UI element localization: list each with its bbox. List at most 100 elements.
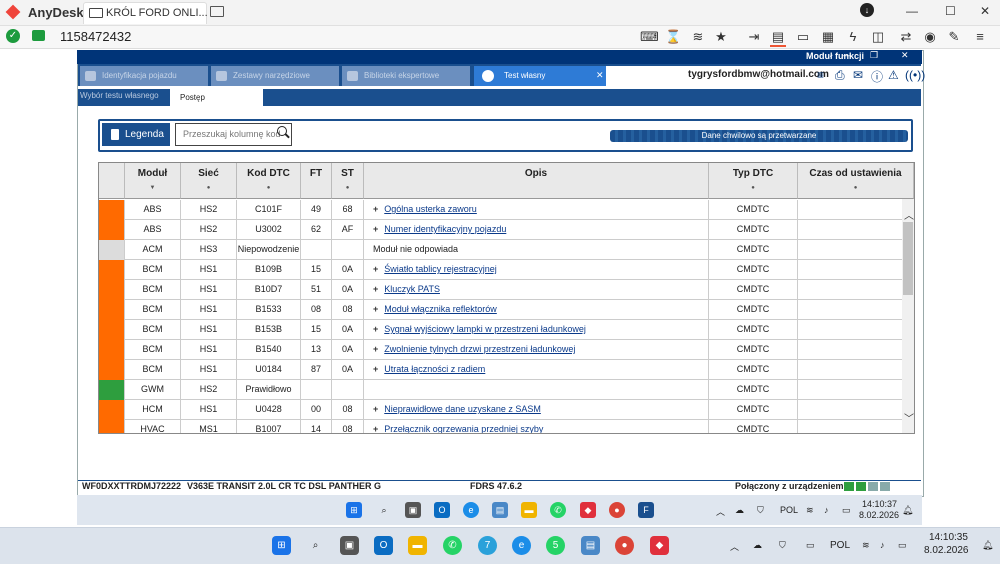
description-text[interactable]: Zwolnienie tylnych drzwi przestrzeni ład… <box>384 344 575 354</box>
more-icon[interactable]: ≡ <box>972 29 988 44</box>
remote-desktop-icon[interactable]: ▤ <box>581 536 600 555</box>
battery-icon[interactable]: ▭ <box>898 540 907 551</box>
keyboard-icon[interactable]: ⌨ <box>640 29 659 45</box>
monitor-icon[interactable]: ▭ <box>795 29 811 45</box>
task-view-icon[interactable]: ▣ <box>340 536 359 555</box>
cell-desc[interactable]: + Światło tablicy rejestracyjnej <box>364 260 709 280</box>
fdrs-restore-button[interactable]: ❐ <box>870 50 878 61</box>
chat-icon[interactable]: ▤ <box>770 29 786 47</box>
minimize-button[interactable]: — <box>906 4 918 18</box>
cell-desc[interactable]: + Ogólna usterka zaworu <box>364 200 709 220</box>
notification-icon[interactable]: ⚠ <box>888 68 899 82</box>
description-text[interactable]: Moduł włącznika reflektorów <box>384 304 497 314</box>
record-icon[interactable]: ◉ <box>922 29 938 45</box>
tray-chevron-icon[interactable]: ︿ <box>716 505 725 518</box>
table-row[interactable]: BCM HS1 B10D7 51 0A + Kluczyk PATS CMDTC <box>99 280 903 300</box>
table-row[interactable]: ABS HS2 U3002 62 AF + Numer identyfikacyjny po… <box>99 220 903 240</box>
volume-icon[interactable]: ♪ <box>824 505 829 515</box>
fdrs-icon[interactable]: F <box>638 502 654 518</box>
printer-icon[interactable]: ⎙ <box>835 68 845 83</box>
remote-clock-date[interactable]: 8.02.2026 <box>859 510 899 520</box>
bell-icon[interactable]: 🔔︎ <box>982 540 993 551</box>
header-description[interactable]: Opis <box>364 163 709 199</box>
header-network[interactable]: Sieć ● <box>181 163 237 199</box>
start-icon[interactable]: ⊞ <box>346 502 362 518</box>
lightning-icon[interactable]: ϟ <box>845 29 861 44</box>
folder-icon[interactable]: ▬ <box>521 502 537 518</box>
file-transfer-icon[interactable]: ⇥ <box>746 29 762 45</box>
description-text[interactable]: Ogólna usterka zaworu <box>384 204 477 214</box>
tab-vehicle-id[interactable]: Identyfikacja pojazdu <box>80 66 208 86</box>
header-dtc-type[interactable]: Typ DTC ● <box>709 163 798 199</box>
cloud-icon[interactable]: ☁ <box>753 540 762 551</box>
connection-icon[interactable]: ((•)) <box>905 68 925 82</box>
privacy-icon[interactable]: ◫ <box>870 29 886 45</box>
anydesk-icon[interactable]: ◆ <box>650 536 669 555</box>
header-ft[interactable]: FT <box>301 163 332 199</box>
scroll-up-icon[interactable]: ︿ <box>904 207 914 222</box>
header-module[interactable]: Moduł ▼ <box>125 163 181 199</box>
scroll-down-icon[interactable]: ﹀ <box>904 410 914 425</box>
battery-icon[interactable]: ▭ <box>842 505 851 516</box>
expand-icon[interactable]: + <box>373 364 378 374</box>
expand-icon[interactable]: + <box>373 304 378 314</box>
description-text[interactable]: Światło tablicy rejestracyjnej <box>384 264 497 274</box>
expand-icon[interactable]: + <box>373 324 378 334</box>
fdrs-close-button[interactable]: ✕ <box>901 50 909 61</box>
local-lang[interactable]: POL <box>830 540 850 551</box>
search-icon[interactable] <box>277 126 287 136</box>
cell-desc[interactable]: + Kluczyk PATS <box>364 280 709 300</box>
expand-icon[interactable]: + <box>373 204 378 214</box>
help-icon[interactable]: ⓘ <box>871 68 883 85</box>
local-clock-date[interactable]: 8.02.2026 <box>924 545 969 556</box>
cell-desc[interactable]: + Sygnał wyjściowy lampki w przestrzeni ł… <box>364 320 709 340</box>
close-button[interactable]: ✕ <box>980 4 990 18</box>
search-icon[interactable]: ⌕ <box>306 536 325 555</box>
expand-icon[interactable]: + <box>373 424 378 433</box>
star-icon[interactable]: ★ <box>713 29 729 45</box>
table-row[interactable]: GWM HS2 Prawidłowo CMDTC <box>99 380 903 400</box>
task-view-icon[interactable]: ▣ <box>405 502 421 518</box>
download-icon[interactable]: ↓ <box>860 3 874 17</box>
description-text[interactable]: Kluczyk PATS <box>384 284 440 294</box>
cell-desc[interactable]: + Przełącznik ogrzewania przedniej szyby <box>364 420 709 433</box>
wifi-icon[interactable]: ≋ <box>862 540 870 551</box>
telegram-icon[interactable]: 7 <box>478 536 497 555</box>
close-tab-icon[interactable]: ✕ <box>596 70 604 81</box>
new-tab-icon[interactable] <box>210 6 224 17</box>
table-row[interactable]: ABS HS2 C101F 49 68 + Ogólna usterka zaworu CMD… <box>99 200 903 220</box>
tab-toolbox[interactable]: Zestawy narzędziowe <box>211 66 339 86</box>
start-icon[interactable]: ⊞ <box>272 536 291 555</box>
edge-icon[interactable]: e <box>512 536 531 555</box>
outlook-icon[interactable]: O <box>434 502 450 518</box>
whatsapp-icon[interactable]: ✆ <box>550 502 566 518</box>
subtab-select-test[interactable]: Wybór testu własnego <box>80 91 159 100</box>
table-row[interactable]: BCM HS1 B1533 08 08 + Moduł włącznika reflekto… <box>99 300 903 320</box>
tab-expert-library[interactable]: Biblioteki ekspertowe <box>342 66 470 86</box>
cloud-icon[interactable]: ☁ <box>735 505 744 516</box>
cell-desc[interactable]: + Moduł włącznika reflektorów <box>364 300 709 320</box>
expand-icon[interactable]: + <box>373 404 378 414</box>
expand-icon[interactable]: + <box>373 264 378 274</box>
remote-clock-time[interactable]: 14:10:37 <box>862 499 897 509</box>
shield-icon[interactable]: ⛉ <box>757 505 764 516</box>
menu-icon[interactable]: ≡ <box>817 68 824 82</box>
outlook-icon[interactable]: O <box>374 536 393 555</box>
tab-self-test[interactable]: Test własny <box>474 66 606 86</box>
header-dtc-code[interactable]: Kod DTC ● <box>237 163 301 199</box>
bell-icon[interactable]: 🔔︎ <box>902 505 913 516</box>
anydesk-icon[interactable]: ◆ <box>580 502 596 518</box>
table-row[interactable]: HVAC MS1 B1007 14 08 + Przełącznik ogrzewania … <box>99 420 903 433</box>
whatsapp-icon[interactable]: ✆ <box>443 536 462 555</box>
share-icon[interactable]: ⇄ <box>898 29 914 45</box>
description-text[interactable]: Przełącznik ogrzewania przedniej szyby <box>384 424 543 433</box>
expand-icon[interactable]: + <box>373 224 378 234</box>
volume-icon[interactable]: ♪ <box>880 540 885 550</box>
description-text[interactable]: Sygnał wyjściowy lampki w przestrzeni ła… <box>384 324 586 334</box>
mail-icon[interactable]: ✉ <box>853 68 863 82</box>
fdrs-minimize-button[interactable]: — <box>842 50 851 60</box>
table-row[interactable]: HCM HS1 U0428 00 08 + Nieprawidłowe dane uzysk… <box>99 400 903 420</box>
folder-icon[interactable]: ▬ <box>408 536 427 555</box>
expand-icon[interactable]: + <box>373 284 378 294</box>
layers-icon[interactable]: ≋ <box>690 29 706 45</box>
